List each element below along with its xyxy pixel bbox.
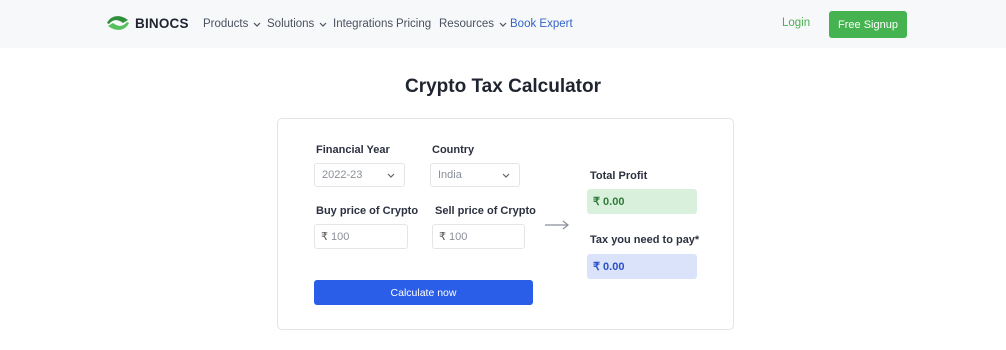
nav-solutions-label: Solutions	[267, 18, 315, 30]
page-title: Crypto Tax Calculator	[404, 76, 602, 97]
chevron-down-icon	[253, 22, 261, 27]
chevron-down-icon	[502, 173, 510, 178]
financial-year-label: Financial Year	[316, 144, 390, 156]
nav-integrations[interactable]: Integrations	[333, 17, 393, 31]
country-value: India	[438, 169, 462, 181]
nav-products[interactable]: Products	[203, 17, 261, 31]
rupee-symbol: ₹	[321, 231, 328, 243]
buy-price-placeholder: 100	[331, 230, 350, 243]
tax-payable-value: ₹ 0.00	[587, 254, 697, 279]
chevron-down-icon	[319, 22, 327, 27]
country-label: Country	[432, 144, 475, 156]
total-profit-value: ₹ 0.00	[587, 189, 697, 214]
sell-price-placeholder: 100	[449, 230, 468, 243]
sell-price-input[interactable]: ₹ 100	[432, 224, 525, 249]
brand-name: BINOCS	[135, 15, 189, 31]
financial-year-select[interactable]: 2022-23	[314, 163, 405, 187]
free-signup-button[interactable]: Free Signup	[829, 11, 907, 38]
calculate-now-button[interactable]: Calculate now	[314, 280, 533, 305]
login-link[interactable]: Login	[782, 17, 810, 29]
financial-year-value: 2022-23	[322, 169, 363, 181]
nav-book-expert[interactable]: Book Expert	[510, 17, 573, 31]
total-profit-label: Total Profit	[590, 170, 648, 182]
nav-resources-label: Resources	[439, 18, 494, 30]
sell-price-label: Sell price of Crypto	[435, 205, 536, 217]
tax-payable-label: Tax you need to pay*	[590, 234, 700, 246]
buy-price-input[interactable]: ₹ 100	[314, 224, 408, 249]
nav-integrations-label: Integrations	[333, 18, 394, 30]
binocs-logo-icon	[107, 16, 129, 30]
top-navbar: BINOCS Products Solutions Integrations P…	[0, 0, 1006, 48]
chevron-down-icon	[499, 22, 507, 27]
country-select[interactable]: India	[430, 163, 520, 187]
rupee-symbol: ₹	[439, 231, 446, 243]
nav-resources[interactable]: Resources	[439, 17, 507, 31]
nav-solutions[interactable]: Solutions	[267, 17, 327, 31]
nav-products-label: Products	[203, 18, 249, 30]
nav-book-expert-label: Book Expert	[510, 18, 573, 30]
nav-pricing-label: Pricing	[396, 18, 432, 30]
nav-pricing[interactable]: Pricing	[396, 17, 431, 31]
brand-logo[interactable]: BINOCS	[106, 14, 189, 32]
arrow-right-icon	[545, 220, 569, 230]
buy-price-label: Buy price of Crypto	[316, 205, 419, 217]
chevron-down-icon	[387, 173, 395, 178]
